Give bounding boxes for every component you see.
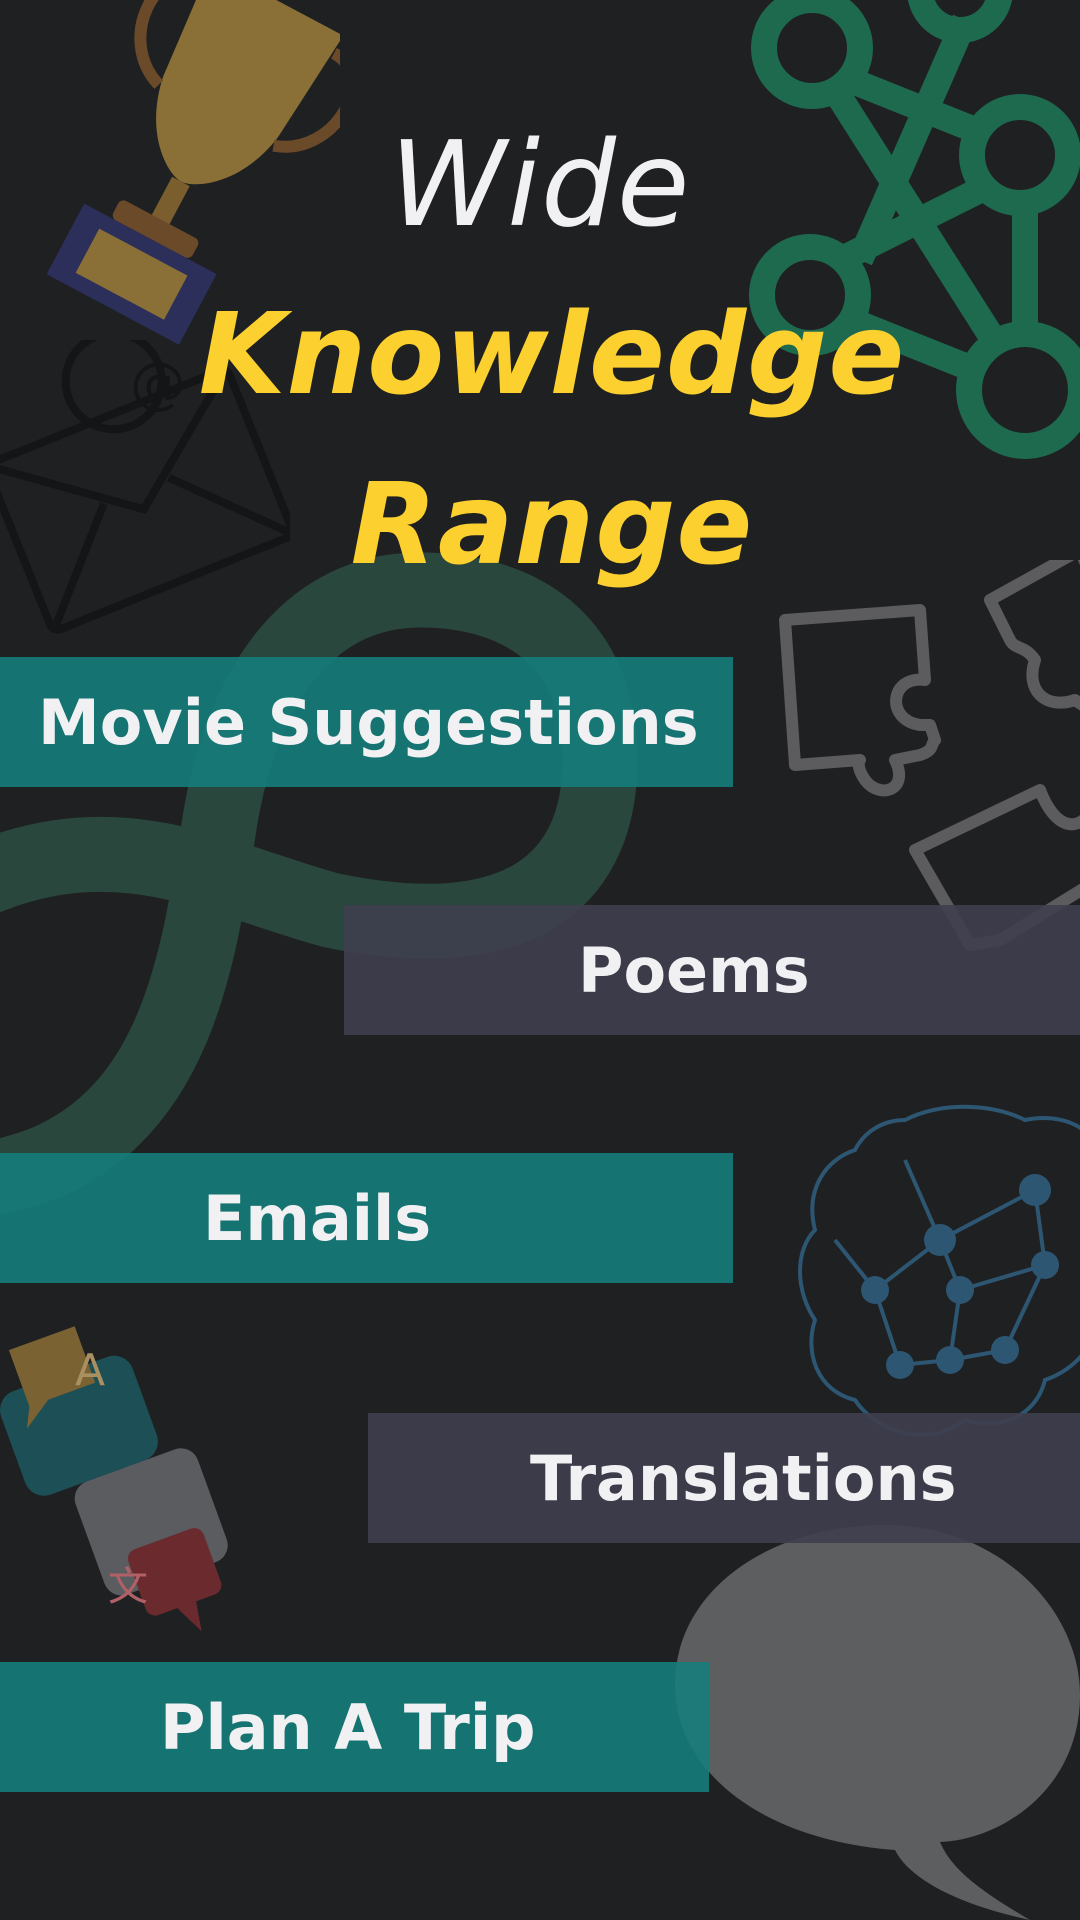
item-label: Plan A Trip (160, 1690, 536, 1764)
bubble-letter-a: A (75, 1345, 105, 1396)
item-poems: Poems (344, 905, 1080, 1035)
item-label: Emails (203, 1181, 432, 1255)
translate-bubbles-icon: A 文 (0, 1326, 228, 1632)
title-knowledge: Knowledge (198, 290, 906, 420)
infographic-canvas: { "title": { "line1": "Wide", "line2": "… (0, 0, 1080, 1920)
title-range: Range (350, 460, 754, 590)
title-wide: Wide (389, 115, 691, 253)
item-plan-a-trip: Plan A Trip (0, 1662, 709, 1792)
item-label: Translations (530, 1441, 957, 1515)
item-movie-suggestions: Movie Suggestions (0, 657, 733, 787)
item-translations: Translations (368, 1413, 1080, 1543)
speech-bubble-icon (675, 1525, 1080, 1920)
item-emails: Emails (0, 1153, 733, 1283)
item-label: Poems (578, 933, 810, 1007)
bubble-letter-kanji: 文 (108, 1564, 148, 1610)
item-label: Movie Suggestions (38, 685, 699, 759)
